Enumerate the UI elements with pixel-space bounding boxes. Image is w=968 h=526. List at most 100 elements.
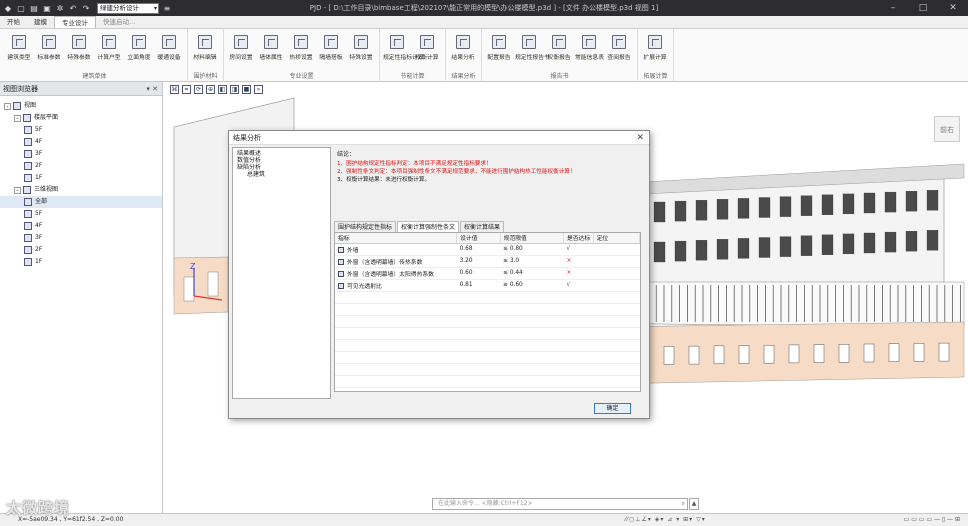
expand-toggle-icon[interactable]: -	[14, 186, 21, 194]
expand-toggle-icon[interactable]: -	[14, 114, 21, 122]
dialog-nav: 结果概述 数值分析 缺陷分析 总建筑	[232, 147, 331, 399]
empty-cell	[456, 375, 501, 388]
maximize-button[interactable]: □	[908, 0, 938, 16]
tree-item[interactable]: 1F	[0, 172, 162, 184]
ribbon-button[interactable]: 建筑类型	[5, 35, 33, 61]
ribbon-button[interactable]: 扩展计算	[641, 35, 669, 61]
dialog-nav-item[interactable]: 数值分析	[237, 157, 326, 164]
status-tools-icon[interactable]: ⁄⁄○⊥∠▾ ◈▾ ⊿ ▾ ⊞▾ ▽▾	[625, 514, 706, 526]
table-row[interactable]: 外窗（含透明幕墙）太阳得热系数 0.60 ≤ 0.44 ×	[335, 267, 640, 280]
ribbon-button[interactable]: 计算户型	[95, 35, 123, 61]
pin-icon[interactable]: ▾	[146, 85, 150, 93]
ribbon-button-label: 特殊参数	[67, 55, 91, 61]
ribbon-button[interactable]: 房间设置	[227, 35, 255, 61]
tree-item[interactable]: 2F	[0, 244, 162, 256]
tab-1[interactable]: 建模	[27, 16, 54, 28]
empty-cell	[500, 351, 564, 364]
tree-item[interactable]: 4F	[0, 220, 162, 232]
view-icon	[24, 126, 32, 134]
tree-item[interactable]: 全部	[0, 196, 162, 208]
expand-toggle-icon[interactable]: -	[4, 102, 11, 110]
undo-icon[interactable]: ↶	[68, 3, 78, 13]
new-file-icon[interactable]: ▢	[16, 3, 26, 13]
redo-icon[interactable]: ↷	[81, 3, 91, 13]
result-tab[interactable]: 围护结构规定性指标	[334, 221, 397, 232]
ribbon-button[interactable]: 隔墙搭板	[317, 35, 345, 61]
zoom-slider[interactable]: ▭ ▭ ▭ ▭ — ▯ — ⊞	[904, 514, 960, 526]
ribbon-button[interactable]: 常能信息表	[575, 35, 604, 61]
ribbon-button[interactable]: 特殊设置	[347, 35, 375, 61]
view-icon	[24, 222, 32, 230]
axis-gizmo: Z	[188, 262, 228, 304]
empty-cell	[456, 363, 501, 376]
command-input[interactable]: 在此输入命令... <隐藏:Ctrl+F12> ⌕	[432, 498, 688, 510]
tree-item[interactable]: 3F	[0, 148, 162, 160]
ribbon-button-label: 配置报告	[487, 55, 511, 61]
locate-cell[interactable]	[593, 243, 640, 256]
ribbon-button[interactable]: 权衡报告	[545, 35, 573, 61]
indicator-cell: 外窗（含透明幕墙）太阳得热系数	[335, 267, 457, 280]
tree-item[interactable]: 5F	[0, 124, 162, 136]
result-tab[interactable]: 权衡计算强制性条文	[397, 221, 460, 232]
tree-item-label: 楼层平面	[34, 114, 59, 121]
open-file-icon[interactable]: ▤	[29, 3, 39, 13]
tree-item[interactable]: - 楼层平面	[0, 112, 162, 124]
dialog-nav-item[interactable]: 结果概述	[237, 150, 326, 157]
table-row[interactable]: 可见光透射比 0.81 ≥ 0.60 √	[335, 279, 640, 292]
dialog-nav-item[interactable]: 缺陷分析	[237, 164, 326, 171]
ribbon-button[interactable]: 立面角度	[125, 35, 153, 61]
ribbon-button[interactable]: 暖通设备	[155, 35, 183, 61]
table-header: 规范限值	[500, 233, 564, 244]
dialog-close-icon[interactable]: ✕	[636, 131, 644, 145]
command-expand-button[interactable]: ▲	[689, 498, 699, 510]
locate-cell[interactable]	[593, 267, 640, 280]
app-logo-icon[interactable]: ◆	[3, 3, 13, 13]
locate-cell[interactable]	[593, 255, 640, 268]
save-icon[interactable]: ▣	[42, 3, 52, 13]
empty-row	[335, 315, 640, 328]
tab-0[interactable]: 开始	[0, 16, 27, 28]
ribbon-button[interactable]: 材料编辑	[191, 35, 219, 61]
tree-item[interactable]: 1F	[0, 256, 162, 268]
ribbon-button[interactable]: 特殊参数	[65, 35, 93, 61]
tree-item[interactable]: 4F	[0, 136, 162, 148]
tree-item[interactable]: 5F	[0, 208, 162, 220]
ribbon-button[interactable]: 规定性报告书	[515, 35, 550, 61]
tree-item[interactable]: - 视图	[0, 100, 162, 112]
tree-item[interactable]: 2F	[0, 160, 162, 172]
ribbon-button-label: 暖通设备	[157, 55, 181, 61]
ribbon-button[interactable]: 热桥设置	[287, 35, 315, 61]
tool-icon	[648, 35, 662, 49]
ribbon-button[interactable]: 查阅报告	[605, 35, 633, 61]
table-header: 是否达标	[563, 233, 594, 244]
ribbon-button[interactable]: 结果分析	[449, 35, 477, 61]
ribbon-button[interactable]: 标准参数	[35, 35, 63, 61]
panel-close-icon[interactable]: ✕	[152, 85, 158, 93]
ribbon-button-label: 特殊设置	[349, 55, 373, 61]
empty-cell	[335, 291, 457, 304]
empty-cell	[456, 327, 501, 340]
tree-item[interactable]: - 三维视图	[0, 184, 162, 196]
settings-icon[interactable]: ✲	[55, 3, 65, 13]
tab-3[interactable]: 快速启动...	[96, 16, 142, 28]
dialog-nav-item[interactable]: 总建筑	[237, 171, 326, 178]
tree-item[interactable]: 3F	[0, 232, 162, 244]
ok-button[interactable]: 确定	[594, 403, 631, 414]
minimize-button[interactable]: –	[878, 0, 908, 16]
result-tab[interactable]: 权衡计算结果	[460, 221, 505, 232]
close-button[interactable]: ✕	[938, 0, 968, 16]
table-row[interactable]: 外墙 0.68 ≤ 0.80 √	[335, 243, 640, 256]
nav-cube[interactable]: 前右	[934, 116, 960, 142]
ribbon-button[interactable]: 配置报告	[485, 35, 513, 61]
tab-2[interactable]: 专业设计	[54, 16, 96, 28]
ribbon-button[interactable]: 权衡计算	[413, 35, 441, 61]
empty-cell	[500, 339, 564, 352]
ribbon-button[interactable]: 墙体属性	[257, 35, 285, 61]
ribbon-button[interactable]: 规定性指标计算	[383, 35, 424, 61]
table-row[interactable]: 外窗（含透明幕墙）传热系数 3.20 ≤ 3.0 ×	[335, 255, 640, 268]
search-icon[interactable]: ⌕	[682, 499, 685, 509]
locate-cell[interactable]	[593, 279, 640, 292]
table-header: 指标	[335, 233, 458, 244]
customize-icon[interactable]: ≡	[162, 3, 172, 13]
workspace-combo[interactable]: 绿建分析设计 ▾	[97, 2, 159, 14]
